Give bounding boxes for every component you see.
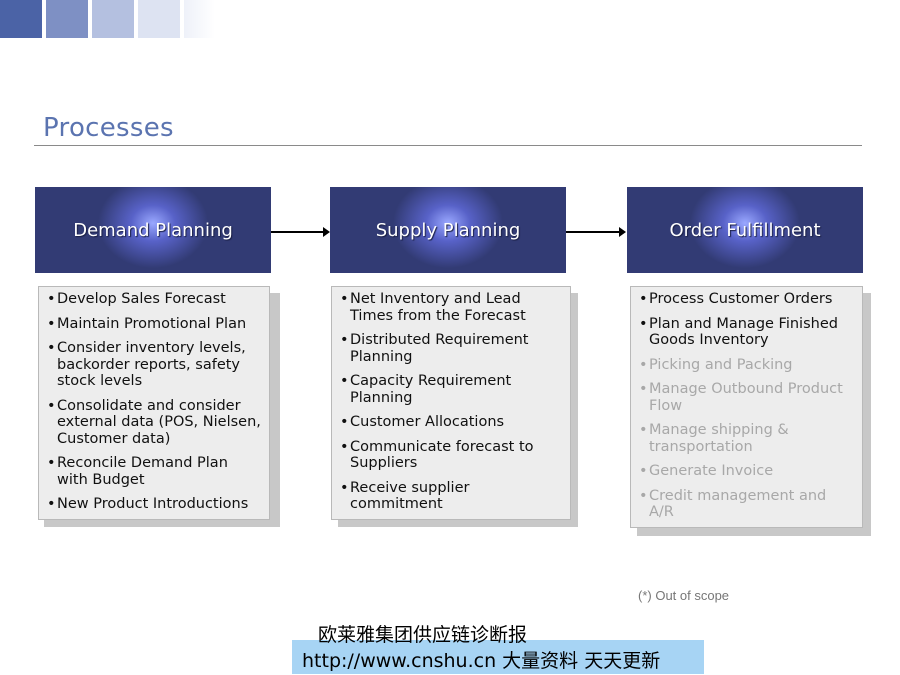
top-square (138, 0, 180, 38)
title-divider (34, 145, 862, 146)
top-square (184, 0, 215, 38)
list-item: Process Customer Orders (639, 291, 854, 308)
top-square (0, 0, 42, 38)
top-square (46, 0, 88, 38)
stage-header-label: Order Fulfillment (669, 219, 821, 241)
list-item: Consolidate and consider external data (… (47, 398, 261, 448)
list-item: Develop Sales Forecast (47, 291, 261, 308)
footer-line-1: 欧莱雅集团供应链诊断报 (318, 624, 528, 646)
stage-header-supply-planning: Supply Planning (330, 187, 566, 273)
list-item: New Product Introductions (47, 496, 261, 513)
list-item: Reconcile Demand Plan with Budget (47, 455, 261, 488)
flow-arrow-icon (566, 227, 626, 237)
list-item: Customer Allocations (340, 414, 562, 431)
list-item: Manage Outbound Product Flow (639, 381, 854, 414)
list-item: Capacity Requirement Planning (340, 373, 562, 406)
list-item: Manage shipping & transportation (639, 422, 854, 455)
bullet-list: Net Inventory and Lead Times from the Fo… (340, 291, 562, 513)
top-square (92, 0, 134, 38)
list-item: Communicate forecast to Suppliers (340, 439, 562, 472)
bullet-list: Develop Sales Forecast Maintain Promotion… (47, 291, 261, 513)
bullet-list: Process Customer Orders Plan and Manage F… (639, 291, 854, 521)
list-item: Distributed Requirement Planning (340, 332, 562, 365)
footer-line-2[interactable]: http://www.cnshu.cn 大量资料 天天更新 (302, 646, 660, 673)
list-item: Picking and Packing (639, 357, 854, 374)
list-order-fulfillment: Process Customer Orders Plan and Manage F… (630, 286, 863, 528)
stage-header-demand-planning: Demand Planning (35, 187, 271, 273)
list-item: Plan and Manage Finished Goods Inventory (639, 316, 854, 349)
list-item: Maintain Promotional Plan (47, 316, 261, 333)
list-item: Net Inventory and Lead Times from the Fo… (340, 291, 562, 324)
list-supply-planning: Net Inventory and Lead Times from the Fo… (331, 286, 571, 520)
stage-header-label: Demand Planning (73, 219, 233, 241)
stage-header-order-fulfillment: Order Fulfillment (627, 187, 863, 273)
stage-header-label: Supply Planning (375, 219, 521, 241)
list-item: Receive supplier commitment (340, 480, 562, 513)
list-demand-planning: Develop Sales Forecast Maintain Promotion… (38, 286, 270, 520)
out-of-scope-note: (*) Out of scope (638, 588, 730, 603)
flow-arrow-icon (271, 227, 330, 237)
page-title: Processes (43, 113, 174, 143)
list-item: Credit management and A/R (639, 488, 854, 521)
list-item: Generate Invoice (639, 463, 854, 480)
list-item: Consider inventory levels, backorder rep… (47, 340, 261, 390)
top-decoration (0, 0, 215, 38)
